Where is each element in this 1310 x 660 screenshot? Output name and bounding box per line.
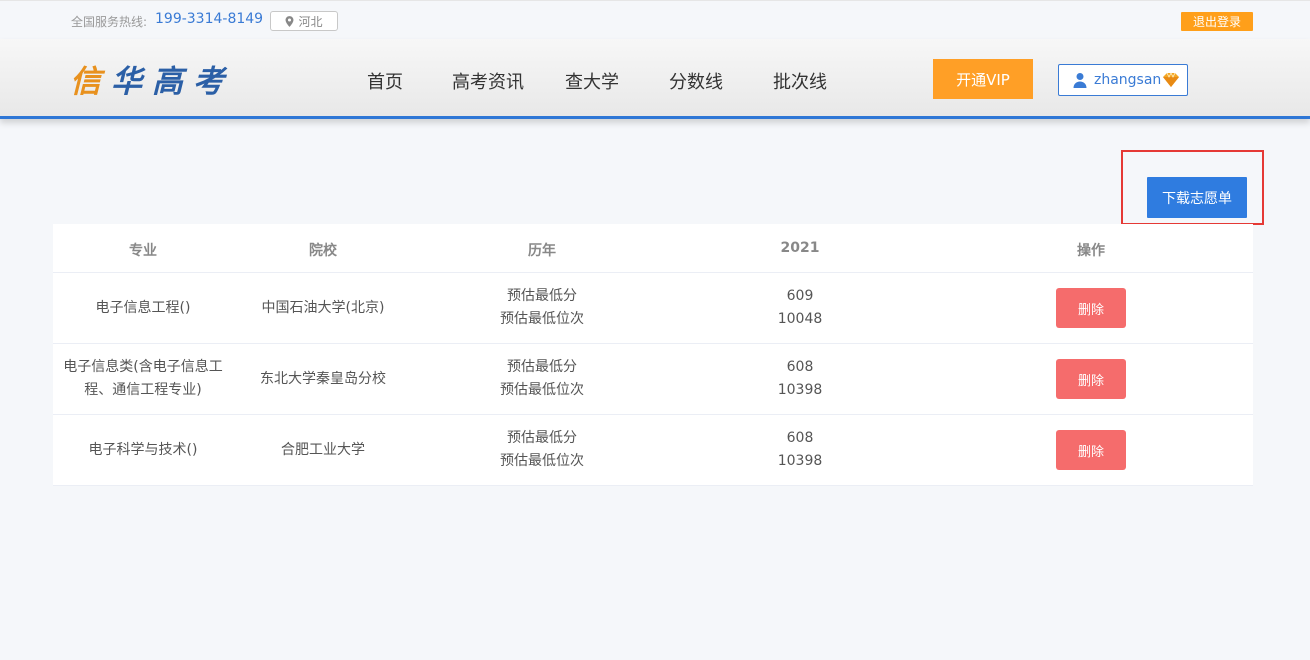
year-rank: 10048: [777, 311, 823, 327]
region-selector[interactable]: 河北: [270, 11, 338, 31]
nav-item-universities[interactable]: 查大学: [565, 68, 619, 94]
year-score: 608: [786, 359, 814, 375]
cell-history: 预估最低分 预估最低位次: [413, 427, 671, 473]
year-rank: 10398: [777, 382, 823, 398]
cell-school: 东北大学秦皇岛分校: [260, 371, 386, 387]
col-header-school: 院校: [309, 243, 337, 259]
history-label-score: 预估最低分: [507, 288, 577, 304]
logo-char-4: 考: [193, 63, 234, 100]
year-rank: 10398: [777, 453, 823, 469]
location-pin-icon: [286, 15, 294, 27]
nav-item-scores[interactable]: 分数线: [669, 68, 723, 94]
delete-button[interactable]: 删除: [1056, 359, 1126, 399]
logout-button[interactable]: 退出登录: [1181, 12, 1253, 31]
table-row: 电子信息类(含电子信息工程、通信工程专业) 东北大学秦皇岛分校 预估最低分 预估…: [53, 344, 1253, 415]
open-vip-button[interactable]: 开通VIP: [933, 59, 1033, 99]
cell-history: 预估最低分 预估最低位次: [413, 285, 671, 331]
user-icon: [1073, 73, 1087, 88]
main-header: 信 华 高 考 首页 高考资讯 查大学 分数线 批次线 开通VIP zhangs…: [0, 39, 1310, 119]
logo[interactable]: 信 华 高 考: [70, 59, 260, 100]
username: zhangsan: [1094, 72, 1162, 88]
col-header-history: 历年: [528, 243, 556, 259]
diamond-icon: [1163, 72, 1180, 87]
cell-major: 电子科学与技术(): [88, 442, 198, 458]
hotline-number[interactable]: 199-3314-8149: [155, 11, 263, 27]
nav-item-home[interactable]: 首页: [367, 68, 403, 94]
cell-year-values: 608 10398: [671, 356, 929, 402]
table-row: 电子信息工程() 中国石油大学(北京) 预估最低分 预估最低位次 609 100…: [53, 273, 1253, 344]
volunteer-table: 专业 院校 历年 2021 操作 电子信息工程() 中国石油大学(北京) 预估最…: [53, 224, 1253, 486]
history-label-score: 预估最低分: [507, 359, 577, 375]
cell-school: 中国石油大学(北京): [261, 300, 385, 316]
hotline-label: 全国服务热线:: [71, 15, 148, 29]
cell-major: 电子信息工程(): [95, 300, 191, 316]
cell-year-values: 609 10048: [671, 285, 929, 331]
col-header-major: 专业: [129, 243, 157, 259]
user-menu-button[interactable]: zhangsan: [1058, 64, 1188, 96]
cell-history: 预估最低分 预估最低位次: [413, 356, 671, 402]
delete-button[interactable]: 删除: [1056, 430, 1126, 470]
logo-char-2: 华: [111, 63, 152, 100]
download-volunteer-list-button[interactable]: 下载志愿单: [1147, 177, 1247, 218]
table-row: 电子科学与技术() 合肥工业大学 预估最低分 预估最低位次 608 10398 …: [53, 415, 1253, 486]
history-label-rank: 预估最低位次: [500, 382, 584, 398]
col-header-action: 操作: [1077, 243, 1105, 259]
region-label: 河北: [298, 14, 323, 29]
logo-char-1: 信: [70, 63, 111, 100]
logo-char-3: 高: [152, 63, 193, 100]
cell-school: 合肥工业大学: [281, 442, 365, 458]
history-label-rank: 预估最低位次: [500, 453, 584, 469]
year-score: 609: [786, 288, 814, 304]
table-header: 专业 院校 历年 2021 操作: [53, 224, 1253, 273]
cell-year-values: 608 10398: [671, 427, 929, 473]
history-label-rank: 预估最低位次: [500, 311, 584, 327]
year-score: 608: [786, 430, 814, 446]
delete-button[interactable]: 删除: [1056, 288, 1126, 328]
top-bar: 全国服务热线: 199-3314-8149 河北 退出登录: [0, 0, 1310, 39]
col-header-year: 2021: [780, 240, 820, 256]
history-label-score: 预估最低分: [507, 430, 577, 446]
nav-item-news[interactable]: 高考资讯: [452, 68, 524, 94]
cell-major: 电子信息类(含电子信息工程、通信工程专业): [63, 359, 223, 398]
nav-item-batch-lines[interactable]: 批次线: [773, 68, 827, 94]
